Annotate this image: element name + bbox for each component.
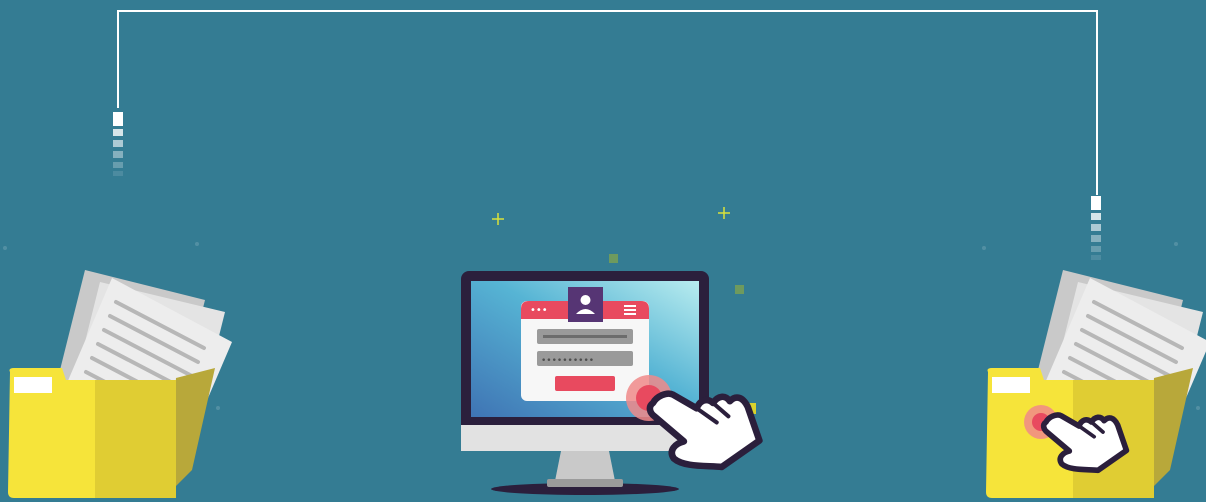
sparkle-icon: [609, 254, 618, 263]
folder-icon: [986, 270, 1206, 498]
sparkle-icon: [718, 207, 730, 219]
sparkle-icon: [492, 213, 504, 225]
password-mask: ••••••••••: [541, 356, 594, 366]
window-dots: •••: [530, 305, 548, 316]
user-icon: [568, 287, 603, 322]
folder-icon: [8, 270, 232, 498]
login-button: [555, 376, 615, 391]
monitor-icon: ••• ••••••••••: [461, 271, 763, 495]
